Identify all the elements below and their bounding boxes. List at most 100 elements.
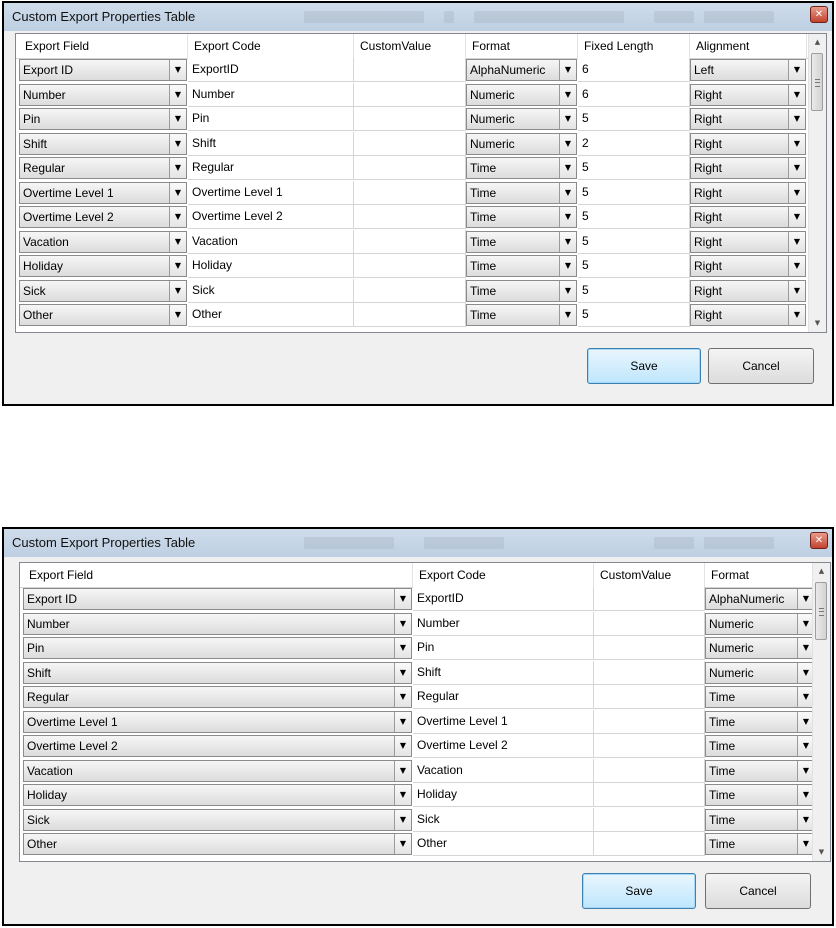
custom-cell[interactable] — [354, 107, 466, 131]
align-dropdown[interactable]: Right ▼ — [690, 181, 806, 204]
field-dropdown[interactable]: Holiday ▼ — [19, 255, 187, 277]
length-cell[interactable]: 6 — [578, 82, 690, 107]
close-icon[interactable]: ✕ — [810, 532, 828, 549]
chevron-down-icon[interactable]: ▼ — [394, 589, 411, 609]
code-cell[interactable]: Overtime Level 2 — [413, 734, 594, 758]
format-dropdown[interactable]: Numeric ▼ — [705, 661, 815, 684]
column-header-field[interactable]: Export Field — [23, 563, 413, 587]
code-cell[interactable]: Other — [188, 303, 354, 327]
column-header-field[interactable]: Export Field — [19, 34, 188, 58]
custom-cell[interactable] — [594, 832, 705, 856]
custom-cell[interactable] — [354, 58, 466, 82]
field-dropdown[interactable]: Pin ▼ — [19, 108, 187, 130]
custom-cell[interactable] — [354, 156, 466, 180]
format-dropdown[interactable]: Time ▼ — [705, 808, 815, 831]
code-cell[interactable]: Holiday — [188, 254, 354, 278]
length-cell[interactable]: 2 — [578, 131, 690, 156]
custom-cell[interactable] — [354, 229, 466, 254]
vertical-scrollbar[interactable]: ▲ ▼ — [812, 563, 830, 861]
align-dropdown[interactable]: Right ▼ — [690, 132, 806, 155]
align-dropdown[interactable]: Right ▼ — [690, 304, 806, 326]
field-dropdown[interactable]: Overtime Level 2 ▼ — [23, 735, 412, 757]
close-icon[interactable]: ✕ — [810, 6, 828, 23]
chevron-down-icon[interactable]: ▼ — [788, 280, 805, 301]
column-header-align[interactable]: Alignment — [690, 34, 807, 58]
align-dropdown[interactable]: Right ▼ — [690, 83, 806, 106]
format-dropdown[interactable]: Time ▼ — [466, 230, 577, 253]
custom-cell[interactable] — [594, 734, 705, 758]
chevron-down-icon[interactable]: ▼ — [169, 60, 186, 80]
field-dropdown[interactable]: Other ▼ — [19, 304, 187, 326]
chevron-down-icon[interactable]: ▼ — [788, 182, 805, 203]
custom-cell[interactable] — [354, 303, 466, 327]
chevron-down-icon[interactable]: ▼ — [394, 613, 411, 634]
chevron-down-icon[interactable]: ▼ — [169, 280, 186, 301]
format-dropdown[interactable]: Time ▼ — [466, 181, 577, 204]
chevron-down-icon[interactable]: ▼ — [169, 158, 186, 178]
chevron-down-icon[interactable]: ▼ — [559, 84, 576, 105]
chevron-down-icon[interactable]: ▼ — [559, 231, 576, 252]
chevron-down-icon[interactable]: ▼ — [394, 662, 411, 683]
align-dropdown[interactable]: Left ▼ — [690, 59, 806, 81]
field-dropdown[interactable]: Pin ▼ — [23, 637, 412, 659]
chevron-down-icon[interactable]: ▼ — [169, 84, 186, 105]
chevron-down-icon[interactable]: ▼ — [394, 736, 411, 756]
format-dropdown[interactable]: Numeric ▼ — [466, 132, 577, 155]
cancel-button[interactable]: Cancel — [705, 873, 811, 909]
chevron-down-icon[interactable]: ▼ — [169, 182, 186, 203]
column-header-custom[interactable]: CustomValue — [354, 34, 466, 58]
chevron-down-icon[interactable]: ▼ — [788, 158, 805, 178]
format-dropdown[interactable]: Time ▼ — [705, 686, 815, 708]
custom-cell[interactable] — [594, 611, 705, 636]
field-dropdown[interactable]: Overtime Level 1 ▼ — [23, 710, 412, 733]
chevron-down-icon[interactable]: ▼ — [788, 305, 805, 325]
length-cell[interactable]: 5 — [578, 278, 690, 303]
code-cell[interactable]: Holiday — [413, 783, 594, 807]
length-cell[interactable]: 5 — [578, 254, 690, 278]
chevron-down-icon[interactable]: ▼ — [559, 207, 576, 227]
save-button[interactable]: Save — [587, 348, 701, 384]
chevron-down-icon[interactable]: ▼ — [559, 256, 576, 276]
chevron-down-icon[interactable]: ▼ — [169, 133, 186, 154]
length-cell[interactable]: 6 — [578, 58, 690, 82]
chevron-down-icon[interactable]: ▼ — [788, 133, 805, 154]
format-dropdown[interactable]: Time ▼ — [466, 304, 577, 326]
field-dropdown[interactable]: Number ▼ — [23, 612, 412, 635]
chevron-down-icon[interactable]: ▼ — [559, 182, 576, 203]
length-cell[interactable]: 5 — [578, 205, 690, 229]
format-dropdown[interactable]: Numeric ▼ — [466, 108, 577, 130]
align-dropdown[interactable]: Right ▼ — [690, 206, 806, 228]
custom-cell[interactable] — [354, 278, 466, 303]
chevron-down-icon[interactable]: ▼ — [169, 207, 186, 227]
column-header-format[interactable]: Format — [466, 34, 578, 58]
custom-cell[interactable] — [354, 205, 466, 229]
chevron-down-icon[interactable]: ▼ — [788, 60, 805, 80]
length-cell[interactable]: 5 — [578, 303, 690, 327]
chevron-down-icon[interactable]: ▼ — [559, 133, 576, 154]
field-dropdown[interactable]: Overtime Level 2 ▼ — [19, 206, 187, 228]
scrollbar-thumb[interactable] — [811, 53, 823, 111]
field-dropdown[interactable]: Sick ▼ — [19, 279, 187, 302]
field-dropdown[interactable]: Regular ▼ — [19, 157, 187, 179]
field-dropdown[interactable]: Other ▼ — [23, 833, 412, 855]
format-dropdown[interactable]: Time ▼ — [466, 206, 577, 228]
code-cell[interactable]: Sick — [188, 278, 354, 303]
chevron-down-icon[interactable]: ▼ — [394, 809, 411, 830]
code-cell[interactable]: Overtime Level 2 — [188, 205, 354, 229]
custom-cell[interactable] — [354, 254, 466, 278]
chevron-down-icon[interactable]: ▼ — [394, 711, 411, 732]
chevron-down-icon[interactable]: ▼ — [559, 305, 576, 325]
chevron-down-icon[interactable]: ▼ — [788, 84, 805, 105]
field-dropdown[interactable]: Sick ▼ — [23, 808, 412, 831]
field-dropdown[interactable]: Shift ▼ — [19, 132, 187, 155]
length-cell[interactable]: 5 — [578, 156, 690, 180]
field-dropdown[interactable]: Regular ▼ — [23, 686, 412, 708]
column-header-custom[interactable]: CustomValue — [594, 563, 705, 587]
chevron-down-icon[interactable]: ▼ — [559, 60, 576, 80]
format-dropdown[interactable]: Numeric ▼ — [466, 83, 577, 106]
scroll-down-icon[interactable]: ▼ — [809, 315, 826, 332]
column-header-format[interactable]: Format — [705, 563, 816, 587]
field-dropdown[interactable]: Vacation ▼ — [19, 230, 187, 253]
chevron-down-icon[interactable]: ▼ — [169, 109, 186, 129]
cancel-button[interactable]: Cancel — [708, 348, 814, 384]
